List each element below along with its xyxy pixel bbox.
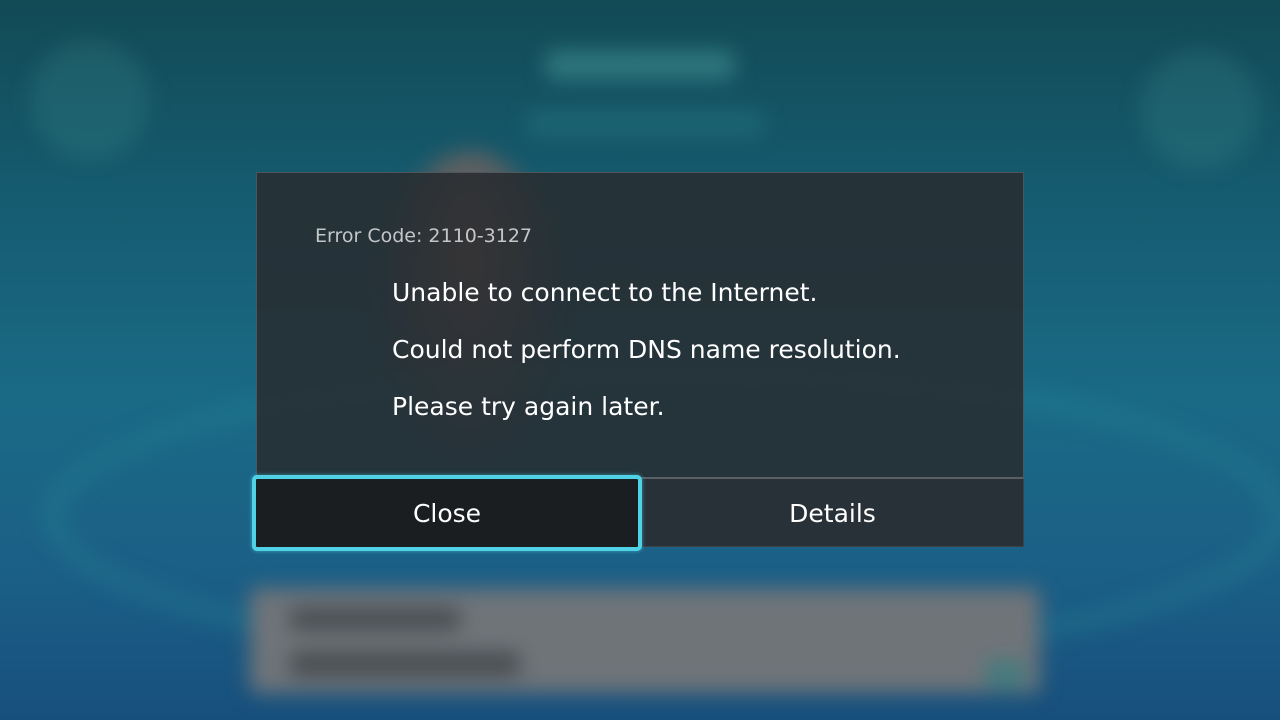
error-message-line: Unable to connect to the Internet. (392, 278, 818, 307)
error-code-text: Error Code: 2110-3127 (315, 225, 532, 247)
dialog-body: Error Code: 2110-3127 Unable to connect … (257, 173, 1023, 477)
close-button-label: Close (412, 498, 482, 528)
details-button[interactable]: Details (641, 479, 1024, 547)
background-status-card-blur (250, 588, 1040, 693)
background-status-text-blur (290, 608, 460, 630)
error-message-line: Could not perform DNS name resolution. (392, 335, 901, 364)
error-message-line: Please try again later. (392, 392, 665, 421)
background-status-icon-blur (985, 660, 1025, 688)
background-right-icon-blur (1140, 50, 1260, 170)
background-left-icon-blur (30, 40, 150, 160)
screen: Error Code: 2110-3127 Unable to connect … (0, 0, 1280, 720)
details-button-label: Details (789, 498, 876, 528)
background-subtitle-blur (525, 110, 765, 136)
background-status-text-blur (290, 652, 520, 676)
background-title-blur (545, 50, 735, 80)
close-button[interactable]: Close (252, 475, 642, 551)
